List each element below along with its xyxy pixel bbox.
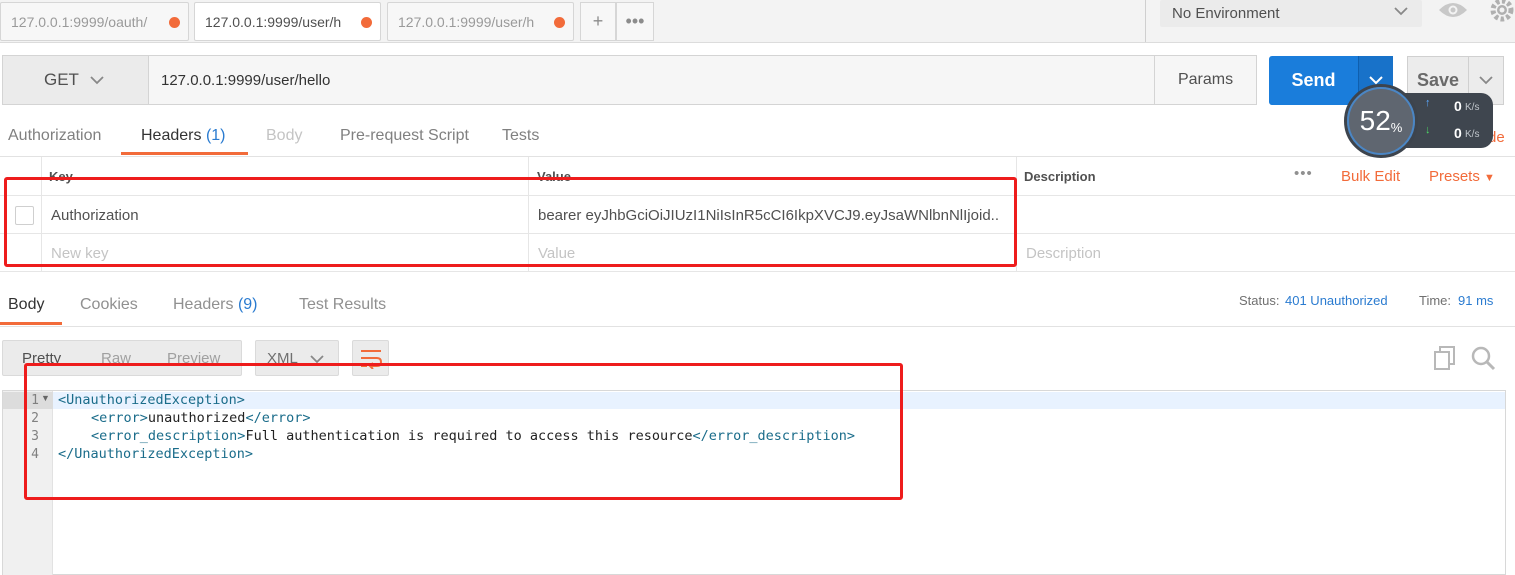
tab-prerequest-script[interactable]: Pre-request Script bbox=[340, 127, 469, 145]
tab-body-label: Body bbox=[266, 127, 303, 144]
response-tab-test-results-label: Test Results bbox=[299, 296, 387, 313]
status-value[interactable]: 401 Unauthorized bbox=[1285, 293, 1388, 308]
tab-tests[interactable]: Tests bbox=[502, 127, 539, 145]
annotation-box bbox=[4, 177, 1017, 267]
method-select[interactable]: GET bbox=[2, 55, 148, 105]
response-tab-cookies[interactable]: Cookies bbox=[80, 296, 138, 314]
copy-icon[interactable] bbox=[1433, 345, 1457, 371]
caret-down-icon: ▼ bbox=[1484, 172, 1495, 184]
tab-headers-count: (1) bbox=[205, 127, 226, 144]
divider bbox=[0, 326, 1515, 327]
unsaved-dot-icon bbox=[554, 17, 565, 28]
column-header-description: Description bbox=[1024, 169, 1096, 184]
arrow-down-icon: ↓ bbox=[1425, 124, 1431, 136]
request-tab[interactable]: 127.0.0.1:9999/oauth/ bbox=[0, 2, 189, 41]
request-tab-label: 127.0.0.1:9999/user/h bbox=[398, 13, 535, 30]
response-tab-headers[interactable]: Headers (9) bbox=[173, 296, 258, 314]
tab-headers[interactable]: Headers (1) bbox=[141, 127, 226, 145]
tab-authorization[interactable]: Authorization bbox=[8, 127, 101, 145]
status-label: Status: bbox=[1239, 293, 1280, 308]
response-tab-body[interactable]: Body bbox=[8, 296, 44, 314]
tab-more-button[interactable]: ••• bbox=[616, 2, 654, 41]
ellipsis-icon[interactable]: ••• bbox=[1294, 165, 1313, 182]
chevron-down-icon bbox=[1479, 76, 1493, 85]
search-icon[interactable] bbox=[1470, 345, 1496, 371]
request-tab-label: 127.0.0.1:9999/user/h bbox=[205, 13, 342, 30]
upload-speed: 0 bbox=[1454, 98, 1462, 114]
gauge-percent: 52 bbox=[1359, 105, 1391, 136]
environment-select[interactable]: No Environment bbox=[1160, 0, 1422, 27]
chevron-down-icon bbox=[90, 76, 104, 85]
response-tab-body-label: Body bbox=[8, 296, 45, 313]
unsaved-dot-icon bbox=[169, 17, 180, 28]
request-tab-active[interactable]: 127.0.0.1:9999/user/h bbox=[194, 2, 381, 41]
params-button[interactable]: Params bbox=[1154, 55, 1257, 105]
active-tab-indicator bbox=[121, 152, 248, 155]
ellipsis-icon: ••• bbox=[625, 11, 645, 31]
gear-icon[interactable] bbox=[1489, 0, 1515, 22]
annotation-box bbox=[24, 363, 903, 500]
send-label: Send bbox=[1291, 70, 1336, 90]
unsaved-dot-icon bbox=[361, 17, 372, 28]
presets-label: Presets bbox=[1429, 168, 1480, 185]
tab-tests-label: Tests bbox=[502, 127, 540, 144]
time-value[interactable]: 91 ms bbox=[1458, 293, 1493, 308]
url-input[interactable]: 127.0.0.1:9999/user/hello bbox=[148, 55, 1155, 105]
time-label: Time: bbox=[1419, 293, 1452, 308]
method-value: GET bbox=[44, 70, 79, 89]
environment-select-value: No Environment bbox=[1172, 5, 1280, 22]
memory-gauge[interactable]: 52% bbox=[1344, 84, 1418, 158]
plus-icon: + bbox=[592, 11, 604, 31]
arrow-up-icon: ↑ bbox=[1425, 97, 1431, 109]
response-tab-cookies-label: Cookies bbox=[80, 296, 138, 313]
bulk-edit-link[interactable]: Bulk Edit bbox=[1341, 168, 1400, 185]
request-tab[interactable]: 127.0.0.1:9999/user/h bbox=[387, 2, 574, 41]
presets-dropdown[interactable]: Presets ▼ bbox=[1429, 168, 1495, 185]
response-tab-headers-label: Headers bbox=[173, 296, 234, 313]
tab-prerequest-label: Pre-request Script bbox=[340, 127, 469, 144]
active-tab-indicator bbox=[0, 322, 62, 325]
new-tab-button[interactable]: + bbox=[580, 2, 616, 41]
tab-headers-label: Headers bbox=[141, 127, 202, 144]
url-value: 127.0.0.1:9999/user/hello bbox=[161, 71, 331, 89]
request-tab-label: 127.0.0.1:9999/oauth/ bbox=[11, 13, 148, 30]
tab-authorization-label: Authorization bbox=[8, 127, 102, 144]
eye-icon[interactable] bbox=[1437, 0, 1469, 20]
upload-unit: K/s bbox=[1465, 102, 1480, 113]
download-speed: 0 bbox=[1454, 125, 1462, 141]
params-label: Params bbox=[1177, 71, 1234, 88]
toolbar-divider bbox=[1145, 0, 1146, 42]
save-label: Save bbox=[1416, 70, 1460, 90]
chevron-down-icon bbox=[1394, 7, 1408, 16]
download-unit: K/s bbox=[1465, 129, 1480, 140]
response-tab-headers-count: (9) bbox=[237, 296, 258, 313]
gauge-unit: % bbox=[1390, 119, 1403, 135]
new-description-input[interactable]: Description bbox=[1026, 245, 1101, 262]
response-tab-test-results[interactable]: Test Results bbox=[299, 296, 386, 314]
tab-body[interactable]: Body bbox=[266, 127, 302, 145]
